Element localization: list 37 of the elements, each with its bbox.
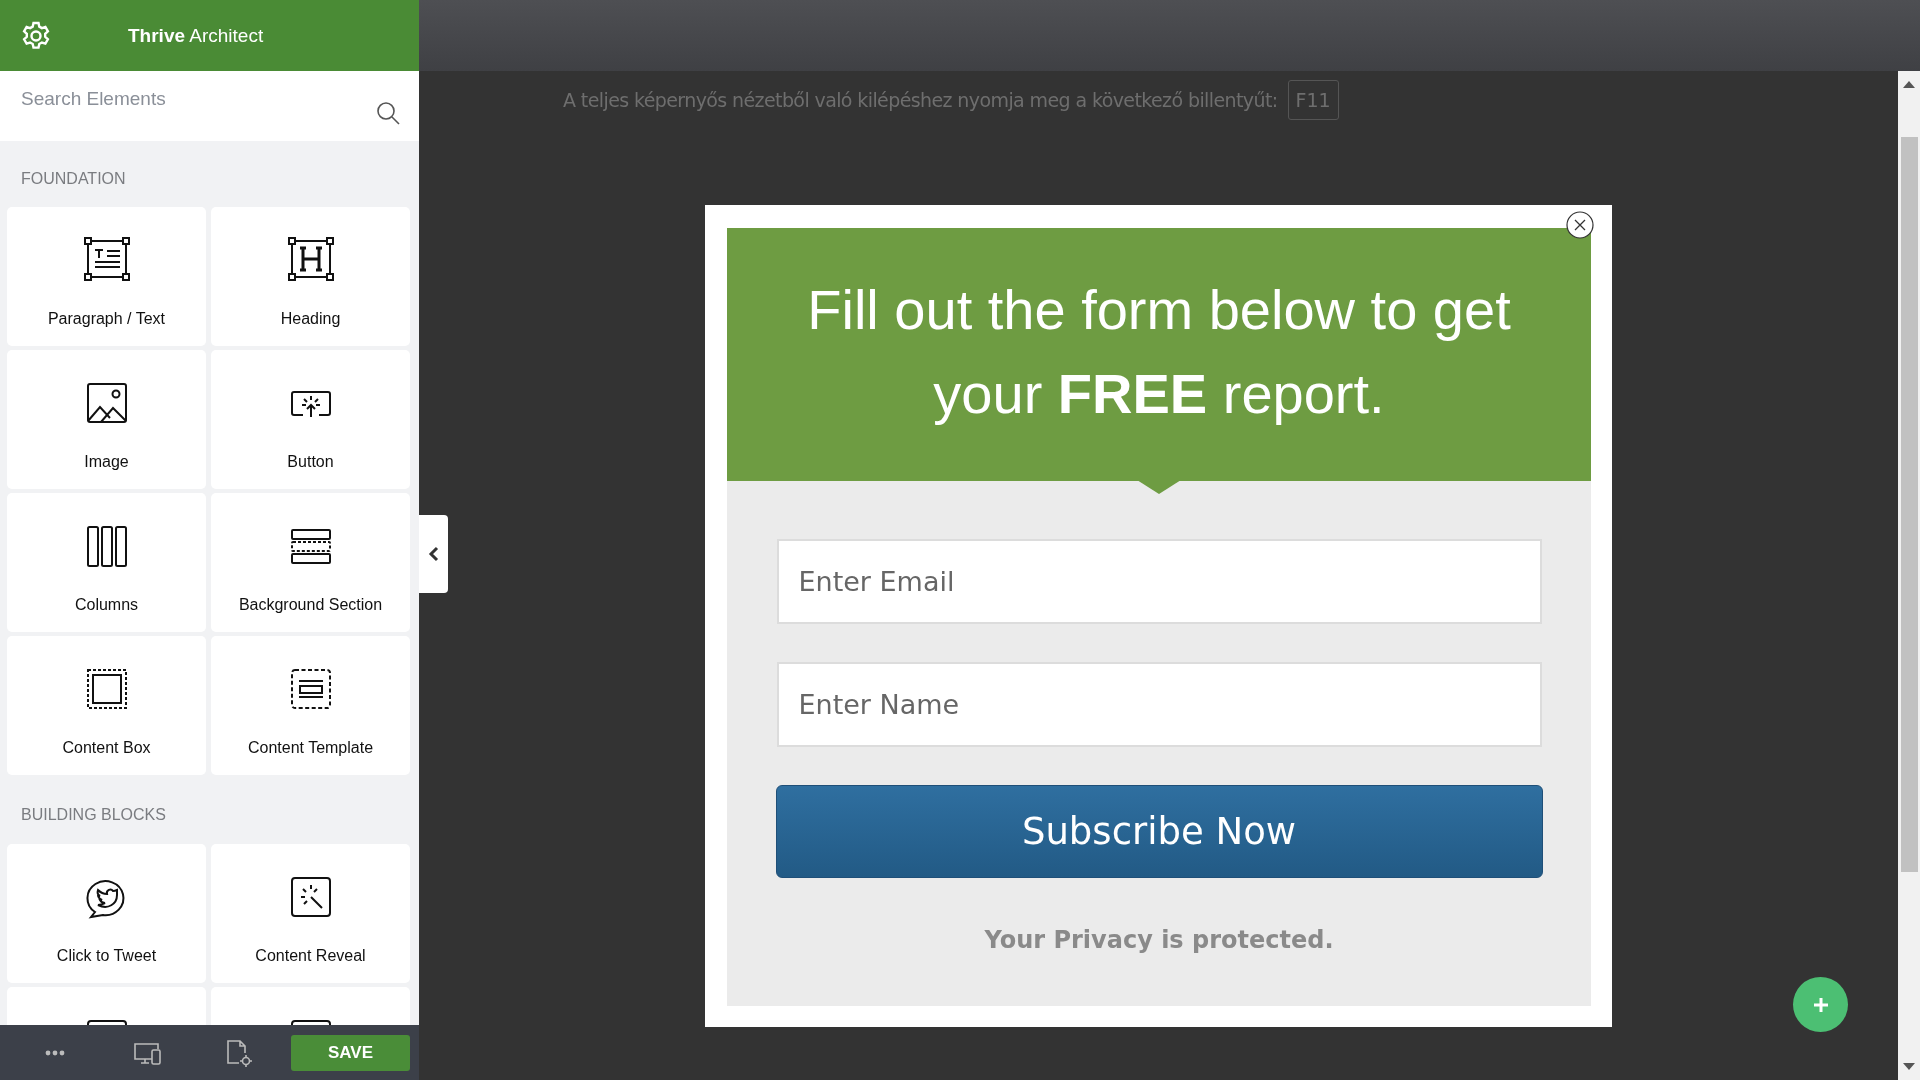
collapse-button[interactable] (419, 515, 448, 593)
element-card[interactable]: Columns (7, 493, 206, 632)
scrollbar-thumb[interactable] (1900, 137, 1918, 872)
section-label: BUILDING BLOCKS (21, 805, 167, 825)
element-card[interactable]: Button (211, 350, 410, 489)
search-box[interactable]: Search Elements (0, 71, 419, 141)
heading-icon (286, 236, 335, 284)
chevron-left-icon (427, 545, 440, 563)
fullscreen-notice: A teljes képernyős nézetből való kilépéshez nyomja meg a következő billentyűt: (563, 89, 1278, 111)
plus-icon (1811, 995, 1830, 1014)
element-card[interactable]: Image (7, 350, 206, 489)
scrollbar[interactable] (1898, 71, 1920, 1080)
element-card[interactable]: Paragraph / Text (7, 207, 206, 346)
paragraph-icon (82, 236, 131, 284)
keyboard-key: F11 (1287, 80, 1339, 120)
add-button[interactable] (1793, 977, 1848, 1032)
page-settings-icon[interactable] (224, 1037, 254, 1068)
element-card[interactable]: Heading (211, 207, 410, 346)
input-field[interactable]: Enter Email (776, 539, 1542, 624)
close-icon[interactable] (1566, 211, 1594, 239)
element-card[interactable]: Content Template (211, 636, 410, 775)
privacy-note: Your Privacy is protected. (984, 926, 1334, 954)
element-card[interactable]: Content Reveal (211, 844, 410, 983)
scroll-up-icon[interactable] (1902, 79, 1916, 89)
element-card[interactable]: Content Box (7, 636, 206, 775)
element-card[interactable]: Background Section (211, 493, 410, 632)
subscribe-button[interactable]: Subscribe Now (775, 785, 1543, 878)
section-label: FOUNDATION (21, 169, 127, 189)
settings-icon[interactable] (20, 19, 52, 52)
element-card[interactable]: Click to Tweet (7, 844, 206, 983)
search-field[interactable]: Search Elements (21, 88, 375, 110)
scroll-down-icon[interactable] (1902, 1062, 1916, 1072)
input-field[interactable]: Enter Name (776, 662, 1542, 747)
save-button[interactable]: SAVE (291, 1034, 410, 1071)
search-icon[interactable] (375, 100, 401, 126)
app-title: Thrive Architect (128, 24, 264, 47)
popup-heading: Fill out the form below to get your FREE report. (806, 276, 1512, 427)
